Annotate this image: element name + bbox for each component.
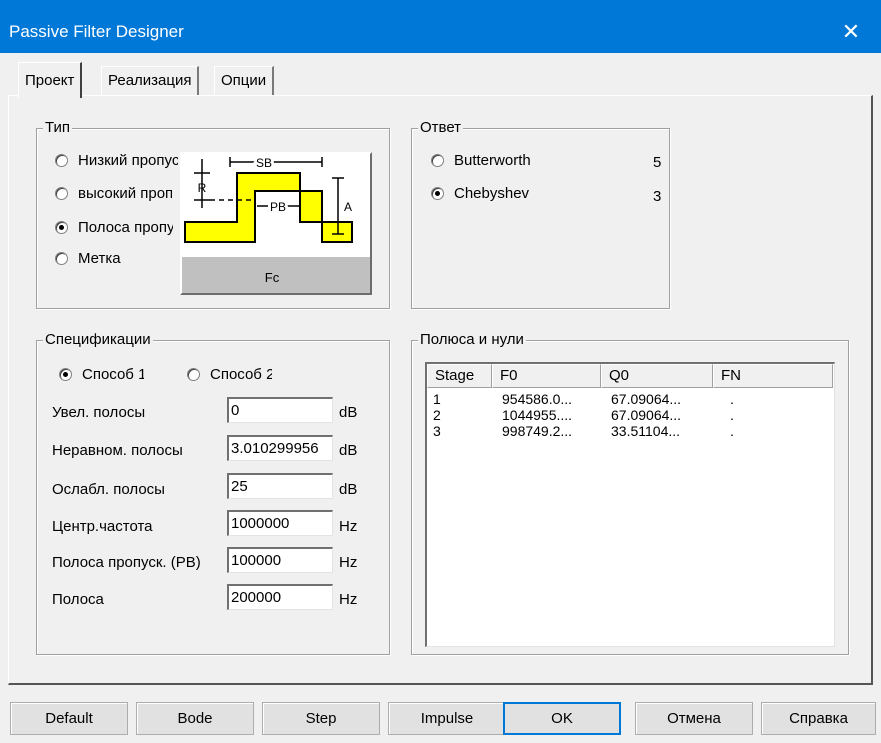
stopband-width-input[interactable]: 200000 xyxy=(227,584,333,610)
passband-gain-unit: dB xyxy=(339,404,358,421)
column-q0[interactable]: Q0 xyxy=(601,364,713,388)
radio-icon xyxy=(187,368,200,381)
cell-f0: 954586.0... xyxy=(502,391,573,407)
sb-label: SB xyxy=(256,156,272,170)
passband-width-input[interactable]: 100000 xyxy=(227,547,333,573)
cell-q0: 67.09064... xyxy=(611,391,682,407)
table-row[interactable]: 2 1044955.... 67.09064... . xyxy=(427,407,833,423)
help-button[interactable]: Справка xyxy=(761,702,876,735)
step-button[interactable]: Step xyxy=(262,702,380,735)
radio-icon xyxy=(55,252,68,265)
list-header: Stage F0 Q0 FN xyxy=(427,364,834,388)
radio-icon xyxy=(431,187,444,200)
method-1-radio[interactable]: Способ 1 xyxy=(59,366,144,383)
tab-options[interactable]: Опции xyxy=(214,66,275,96)
method-2-radio[interactable]: Способ 2 xyxy=(187,366,272,383)
table-row[interactable]: 3 998749.2... 33.51104... . xyxy=(427,423,833,439)
stopband-width-label: Полоса xyxy=(52,591,104,608)
chebyshev-order: 3 xyxy=(653,188,662,205)
type-group-legend: Тип xyxy=(43,119,73,137)
pb-label: PB xyxy=(270,200,286,214)
cell-stage: 3 xyxy=(433,423,441,439)
passband-gain-label: Увел. полосы xyxy=(52,404,146,421)
type-bandpass-radio[interactable]: Полоса пропускания xyxy=(55,219,173,236)
default-button[interactable]: Default xyxy=(10,702,128,735)
butterworth-label: Butterworth xyxy=(454,152,531,169)
tab-label: Проект xyxy=(25,72,75,89)
cell-fn: . xyxy=(730,423,734,439)
a-label: A xyxy=(344,200,352,214)
stopband-atten-input[interactable]: 25 xyxy=(227,473,333,499)
type-highpass-radio[interactable]: высокий пропуск xyxy=(55,185,172,202)
response-butterworth-radio[interactable]: Butterworth xyxy=(431,152,531,169)
response-group-legend: Ответ xyxy=(418,119,464,137)
tab-label: Реализация xyxy=(108,72,192,89)
type-lowpass-radio[interactable]: Низкий пропуск xyxy=(55,152,178,169)
passband-ripple-input[interactable]: 3.010299956 xyxy=(227,435,333,461)
poles-zeros-legend: Полюса и нули xyxy=(418,331,526,349)
cell-q0: 33.51104... xyxy=(611,423,681,439)
cell-stage: 2 xyxy=(433,407,441,423)
table-row[interactable]: 1 954586.0... 67.09064... . xyxy=(427,391,833,407)
center-freq-label: Центр.частота xyxy=(52,518,153,535)
r-label: R xyxy=(198,181,207,195)
chebyshev-label: Chebyshev xyxy=(454,185,530,202)
butterworth-order: 5 xyxy=(653,154,662,171)
bode-button[interactable]: Bode xyxy=(136,702,254,735)
cancel-button[interactable]: Отмена xyxy=(635,702,753,735)
radio-icon xyxy=(55,154,68,167)
passband-gain-input[interactable]: 0 xyxy=(227,397,333,423)
cell-q0: 67.09064... xyxy=(611,407,682,423)
stopband-atten-unit: dB xyxy=(339,481,358,498)
spec-group-legend: Спецификации xyxy=(43,331,153,349)
method-1-label: Способ 1 xyxy=(82,366,144,383)
window-title: Passive Filter Designer xyxy=(9,22,184,41)
passband-ripple-label: Неравном. полосы xyxy=(52,442,183,459)
column-f0[interactable]: F0 xyxy=(492,364,601,388)
type-highpass-label: высокий пропуск xyxy=(78,185,172,202)
cell-f0: 998749.2... xyxy=(502,423,573,439)
radio-icon xyxy=(431,154,444,167)
stopband-atten-label: Ослабл. полосы xyxy=(52,481,165,498)
tab-project[interactable]: Проект xyxy=(18,62,83,98)
method-2-label: Способ 2 xyxy=(210,366,272,383)
type-notch-radio[interactable]: Метка xyxy=(55,250,173,267)
type-notch-label: Метка xyxy=(78,250,121,267)
passband-ripple-unit: dB xyxy=(339,442,358,459)
center-freq-unit: Hz xyxy=(339,518,358,535)
type-bandpass-label: Полоса пропускания xyxy=(78,219,173,236)
column-fn[interactable]: FN xyxy=(713,364,833,388)
center-freq-input[interactable]: 1000000 xyxy=(227,510,333,536)
close-icon[interactable]: ✕ xyxy=(821,12,881,52)
tab-implementation[interactable]: Реализация xyxy=(101,66,200,96)
cell-fn: . xyxy=(730,391,734,407)
fc-label: Fc xyxy=(265,270,280,285)
cell-f0: 1044955.... xyxy=(502,407,573,423)
stopband-width-unit: Hz xyxy=(339,591,358,608)
passband-width-label: Полоса пропуск. (PB) xyxy=(52,554,201,571)
cell-stage: 1 xyxy=(433,391,441,407)
title-bar: Passive Filter Designer ✕ xyxy=(0,0,881,53)
column-stage[interactable]: Stage xyxy=(427,364,492,388)
radio-icon xyxy=(55,187,68,200)
radio-icon xyxy=(59,368,72,381)
ok-button[interactable]: OK xyxy=(503,702,621,735)
radio-icon xyxy=(55,221,68,234)
passband-width-unit: Hz xyxy=(339,554,358,571)
response-chebyshev-radio[interactable]: Chebyshev xyxy=(431,185,529,202)
filter-diagram: SB PB R A Fc xyxy=(180,152,372,295)
tab-label: Опции xyxy=(221,72,267,89)
type-lowpass-label: Низкий пропуск xyxy=(78,152,178,169)
cell-fn: . xyxy=(730,407,734,423)
poles-zeros-list[interactable]: Stage F0 Q0 FN 1 954586.0... 67.09064...… xyxy=(425,362,835,647)
bandpass-shape-illustration: SB PB R A Fc xyxy=(182,153,370,293)
impulse-button[interactable]: Impulse xyxy=(388,702,506,735)
